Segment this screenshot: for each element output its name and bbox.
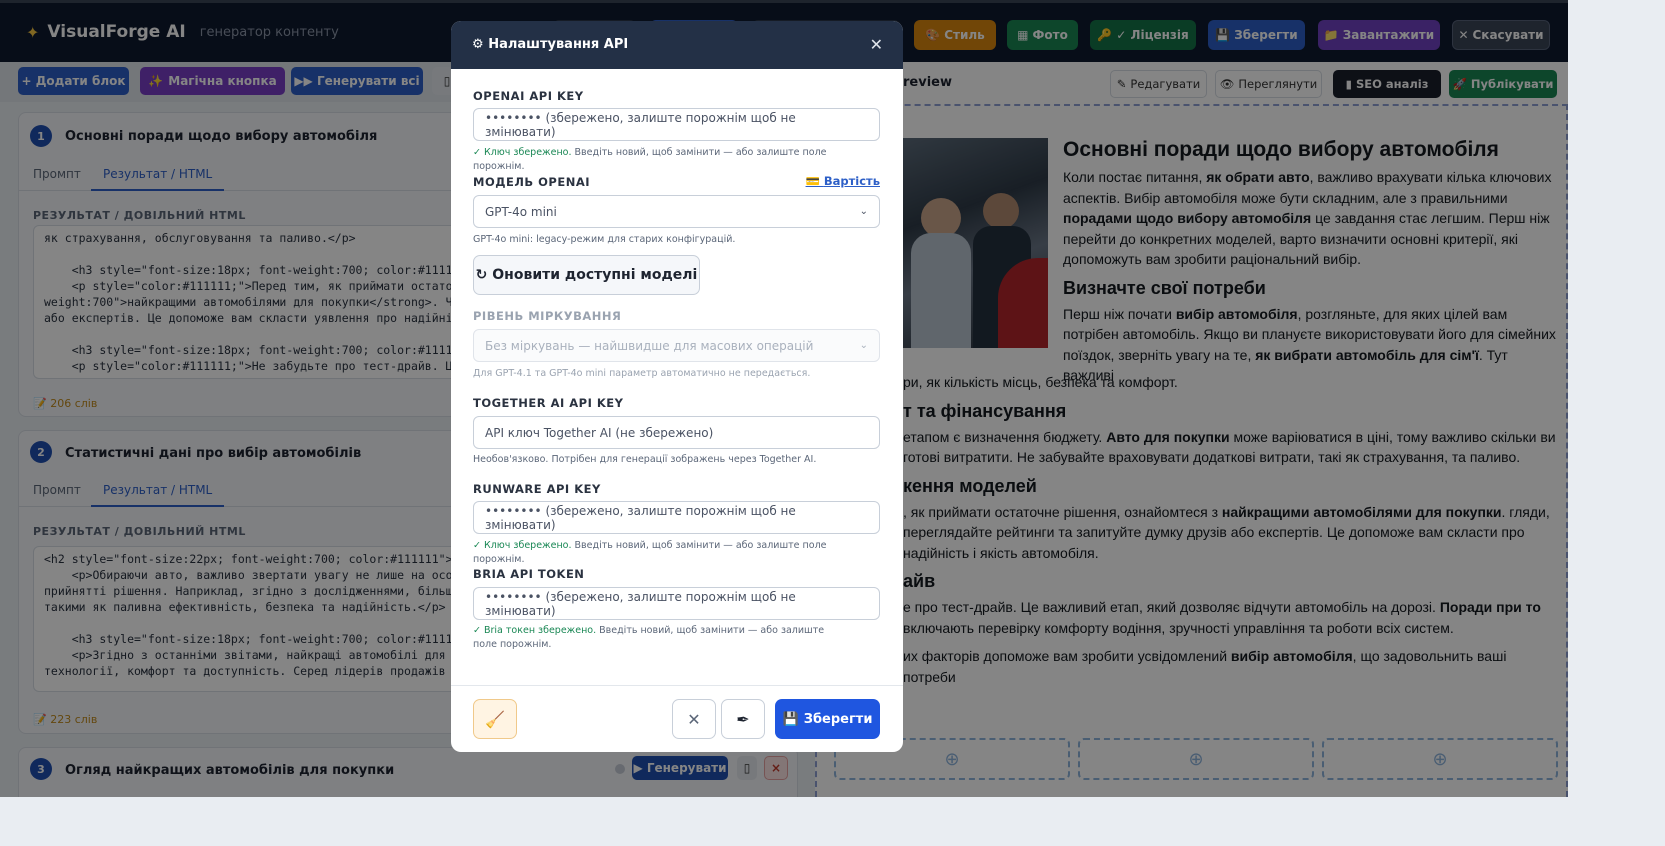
model-hint: GPT-4o mini: legacy-режим для старих кон… (473, 234, 736, 245)
cost-link[interactable]: 💳 Вартість (806, 174, 880, 188)
close-icon[interactable]: ✕ (672, 699, 716, 739)
reasoning-hint: Для GPT-4.1 та GPT-4o mini параметр авто… (473, 368, 811, 379)
save-icon: 💾 (782, 711, 799, 727)
openai-key-label: OPENAI API KEY (473, 89, 584, 103)
gear-icon: ⚙ (472, 37, 489, 52)
save-button[interactable]: 💾 Зберегти (775, 699, 880, 739)
reasoning-select[interactable]: Без міркувань — найшвидше для масових оп… (473, 329, 880, 362)
chevron-down-icon: ⌄ (859, 340, 868, 351)
modal-title: ⚙ Налаштування API (472, 37, 629, 52)
openai-key-input[interactable]: •••••••• (збережено, залиште порожнім що… (473, 108, 880, 141)
money-icon: 💳 (805, 174, 824, 188)
reasoning-label: РІВЕНЬ МІРКУВАННЯ (473, 309, 622, 323)
runware-key-hint: ✓ Ключ збережено. Введіть новий, щоб зам… (473, 540, 827, 565)
modal-header: ⚙ Налаштування API ✕ (451, 21, 903, 69)
api-settings-modal: ⚙ Налаштування API ✕ OPENAI API KEY ••••… (451, 21, 903, 752)
together-key-label: TOGETHER AI API KEY (473, 396, 624, 410)
model-select[interactable]: GPT-4o mini ⌄ (473, 195, 880, 228)
bria-token-hint: ✓ Bria токен збережено. Введіть новий, щ… (473, 625, 825, 650)
refresh-models-button[interactable]: ↻ Оновити доступні моделі (473, 255, 700, 295)
openai-key-hint: ✓ Ключ збережено. Введіть новий, щоб зам… (473, 147, 827, 172)
model-label: МОДЕЛЬ OPENAI (473, 175, 591, 189)
bria-token-input[interactable]: •••••••• (збережено, залиште порожнім що… (473, 587, 880, 620)
broom-icon[interactable]: 🧹 (473, 699, 517, 739)
runware-key-input[interactable]: •••••••• (збережено, залиште порожнім що… (473, 501, 880, 534)
brush-icon[interactable]: ✒ (721, 699, 765, 739)
together-key-hint: Необов'язково. Потрібен для генерації зо… (473, 454, 817, 465)
modal-footer: 🧹 ✕ ✒ 💾 Зберегти (451, 685, 903, 752)
close-icon[interactable]: ✕ (870, 35, 883, 54)
chevron-down-icon: ⌄ (859, 206, 868, 217)
runware-key-label: RUNWARE API KEY (473, 482, 601, 496)
bria-token-label: BRIA API TOKEN (473, 567, 585, 581)
together-key-input[interactable]: API ключ Together AI (не збережено) (473, 416, 880, 449)
